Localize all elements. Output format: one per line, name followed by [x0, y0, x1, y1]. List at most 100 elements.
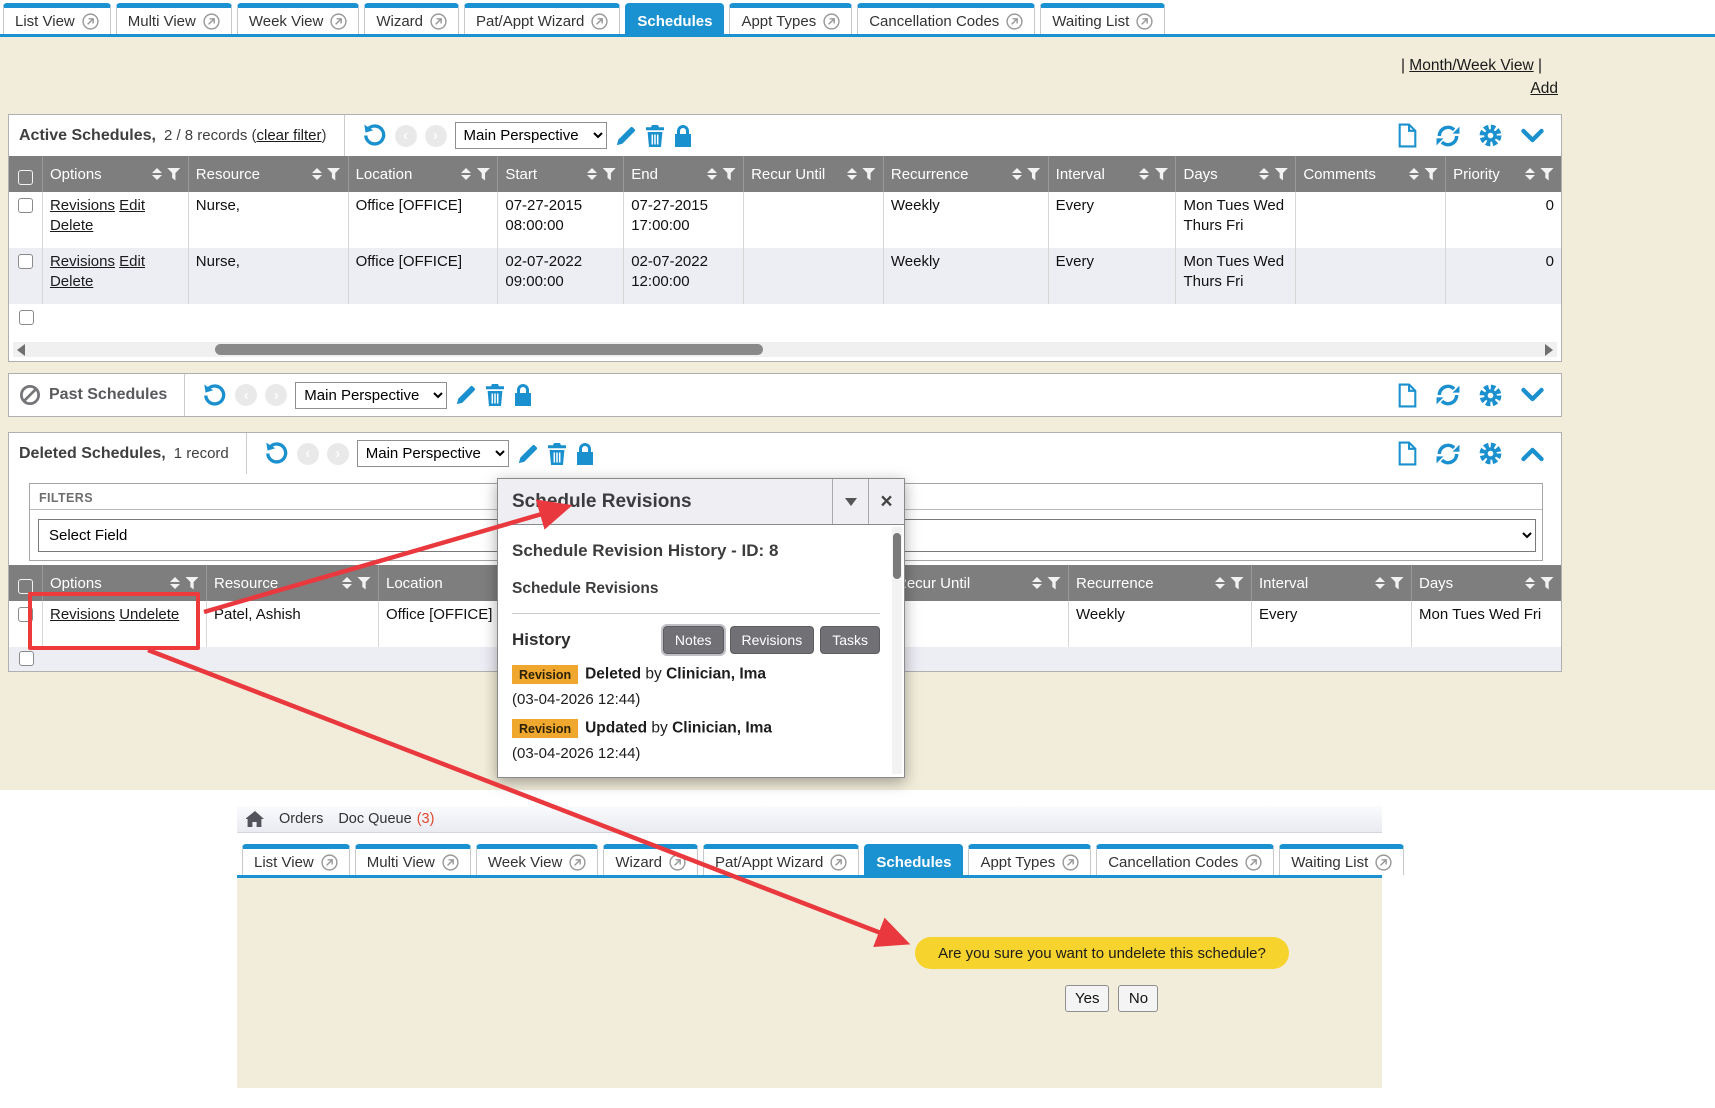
revisions-button[interactable]: Revisions: [730, 626, 815, 654]
revisions-link[interactable]: Revisions: [50, 253, 115, 270]
filter-funnel-icon[interactable]: [185, 577, 199, 590]
clear-filter-link[interactable]: clear filter: [257, 127, 322, 144]
open-in-new-icon[interactable]: [823, 13, 840, 30]
lock-icon[interactable]: [673, 124, 693, 148]
edit-icon[interactable]: [517, 443, 539, 465]
filter-funnel-icon[interactable]: [1027, 168, 1041, 181]
collapse-chevron-up-icon[interactable]: [1520, 444, 1545, 464]
lock-icon[interactable]: [575, 442, 595, 466]
edit-link[interactable]: Edit: [119, 253, 145, 270]
open-in-new-icon[interactable]: [1006, 13, 1023, 30]
col-days[interactable]: Days: [1176, 156, 1296, 192]
tasks-button[interactable]: Tasks: [820, 626, 880, 654]
settings-gear-icon[interactable]: [1478, 123, 1503, 148]
sort-icon[interactable]: [707, 168, 717, 180]
home-icon[interactable]: [246, 811, 264, 827]
tab-pat-appt-wizard[interactable]: Pat/Appt Wizard: [464, 3, 620, 34]
no-button[interactable]: No: [1118, 985, 1158, 1012]
open-in-new-icon[interactable]: [1136, 13, 1153, 30]
open-in-new-icon[interactable]: [830, 854, 847, 871]
month-week-view-link[interactable]: Month/Week View: [1409, 57, 1533, 74]
revisions-link[interactable]: Revisions: [50, 606, 115, 623]
tab-waiting-list[interactable]: Waiting List: [1040, 3, 1165, 34]
sort-icon[interactable]: [170, 577, 180, 589]
next-page-button[interactable]: ›: [425, 125, 447, 147]
col-recurrence[interactable]: Recurrence: [1069, 565, 1252, 601]
delete-link[interactable]: Delete: [50, 217, 93, 234]
breadcrumb-orders[interactable]: Orders: [279, 811, 323, 827]
edit-link[interactable]: Edit: [119, 197, 145, 214]
popup-scrollbar-thumb[interactable]: [893, 533, 901, 579]
scroll-right-arrow[interactable]: [1541, 344, 1557, 356]
scroll-left-arrow[interactable]: [13, 344, 29, 356]
filter-funnel-icon[interactable]: [602, 168, 616, 181]
export-document-icon[interactable]: [1397, 383, 1418, 408]
select-all-checkbox[interactable]: [18, 170, 33, 185]
tab-list-view[interactable]: List View: [3, 3, 111, 34]
open-in-new-icon[interactable]: [203, 13, 220, 30]
perspective-select[interactable]: Main Perspective: [455, 122, 607, 149]
open-in-new-icon[interactable]: [330, 13, 347, 30]
row-checkbox[interactable]: [19, 651, 34, 666]
filter-funnel-icon[interactable]: [1230, 577, 1244, 590]
filter-funnel-icon[interactable]: [1154, 168, 1168, 181]
col-start[interactable]: Start: [498, 156, 624, 192]
col-resource[interactable]: Resource: [189, 156, 349, 192]
prev-page-button[interactable]: ‹: [395, 125, 417, 147]
revisions-link[interactable]: Revisions: [50, 197, 115, 214]
filter-funnel-icon[interactable]: [1540, 577, 1554, 590]
open-in-new-icon[interactable]: [1245, 854, 1262, 871]
filter-funnel-icon[interactable]: [862, 168, 876, 181]
edit-icon[interactable]: [455, 384, 477, 406]
sort-icon[interactable]: [342, 577, 352, 589]
filter-funnel-icon[interactable]: [476, 168, 490, 181]
tab-week-view[interactable]: Week View: [476, 844, 598, 875]
refresh-icon[interactable]: [1435, 382, 1461, 408]
col-comments[interactable]: Comments: [1296, 156, 1446, 192]
next-page-button[interactable]: ›: [327, 443, 349, 465]
delete-icon[interactable]: [547, 442, 567, 466]
export-document-icon[interactable]: [1397, 441, 1418, 466]
popup-menu-button[interactable]: [832, 479, 868, 524]
tab-wizard[interactable]: Wizard: [364, 3, 459, 34]
filter-funnel-icon[interactable]: [1047, 577, 1061, 590]
col-options[interactable]: Options: [43, 156, 189, 192]
tab-cancellation-codes[interactable]: Cancellation Codes: [857, 3, 1035, 34]
sort-icon[interactable]: [1139, 168, 1149, 180]
perspective-select[interactable]: Main Perspective: [295, 382, 447, 409]
undo-icon[interactable]: [264, 441, 289, 466]
tab-appt-types[interactable]: Appt Types: [968, 844, 1091, 875]
scrollbar-track[interactable]: [29, 344, 1541, 355]
col-recur-until[interactable]: Recur Until: [889, 565, 1069, 601]
edit-icon[interactable]: [615, 125, 637, 147]
breadcrumb-doc-queue[interactable]: Doc Queue: [338, 811, 411, 827]
open-in-new-icon[interactable]: [321, 854, 338, 871]
tab-multi-view[interactable]: Multi View: [116, 3, 232, 34]
col-recur-until[interactable]: Recur Until: [744, 156, 884, 192]
notes-button[interactable]: Notes: [663, 626, 724, 654]
tab-schedules[interactable]: Schedules: [625, 3, 724, 34]
sort-icon[interactable]: [312, 168, 322, 180]
expand-chevron-down-icon[interactable]: [1520, 385, 1545, 405]
lock-icon[interactable]: [513, 383, 533, 407]
tab-cancellation-codes[interactable]: Cancellation Codes: [1096, 844, 1274, 875]
horizontal-scrollbar[interactable]: [13, 342, 1557, 357]
filter-funnel-icon[interactable]: [327, 168, 341, 181]
col-resource[interactable]: Resource: [207, 565, 379, 601]
popup-title-bar[interactable]: Schedule Revisions ×: [498, 479, 904, 525]
tab-schedules[interactable]: Schedules: [864, 844, 963, 875]
delete-link[interactable]: Delete: [50, 273, 93, 290]
perspective-select[interactable]: Main Perspective: [357, 440, 509, 467]
scrollbar-thumb[interactable]: [215, 344, 763, 355]
filter-funnel-icon[interactable]: [1274, 168, 1288, 181]
row-checkbox[interactable]: [18, 607, 33, 622]
col-end[interactable]: End: [624, 156, 744, 192]
sort-icon[interactable]: [1012, 168, 1022, 180]
col-location[interactable]: Location: [349, 156, 499, 192]
undelete-link[interactable]: Undelete: [119, 606, 179, 623]
filter-funnel-icon[interactable]: [357, 577, 371, 590]
undo-icon[interactable]: [202, 383, 227, 408]
open-in-new-icon[interactable]: [430, 13, 447, 30]
sort-icon[interactable]: [1525, 577, 1535, 589]
prev-page-button[interactable]: ‹: [297, 443, 319, 465]
